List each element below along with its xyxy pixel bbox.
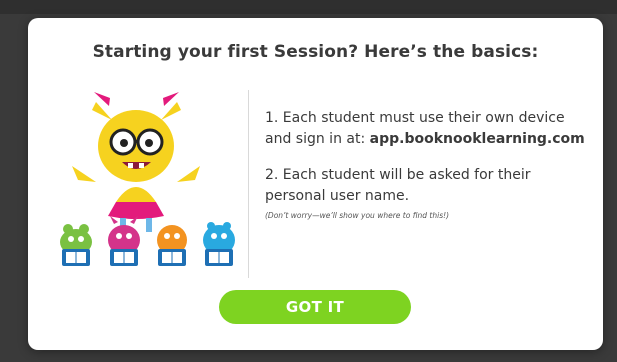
blue-monster-with-book	[203, 222, 235, 266]
vertical-divider	[248, 90, 249, 278]
green-monster-with-book	[60, 224, 92, 266]
backdrop-overlay	[0, 0, 617, 14]
yellow-monster-with-glasses	[72, 92, 200, 232]
monster-illustration	[60, 92, 235, 266]
onboarding-modal: Starting your first Session? Here’s the …	[28, 18, 603, 350]
step-1: 1. Each student must use their own devic…	[265, 108, 595, 150]
signin-url: app.booknooklearning.com	[369, 131, 585, 147]
helper-note: (Don’t worry—we’ll show you where to fin…	[265, 211, 450, 220]
got-it-button[interactable]: GOT IT	[219, 290, 411, 324]
orange-monster-with-book	[157, 225, 187, 266]
modal-title: Starting your first Session? Here’s the …	[92, 42, 539, 62]
instructions: 1. Each student must use their own devic…	[265, 108, 595, 220]
step-2: 2. Each student will be asked for their …	[265, 167, 531, 204]
